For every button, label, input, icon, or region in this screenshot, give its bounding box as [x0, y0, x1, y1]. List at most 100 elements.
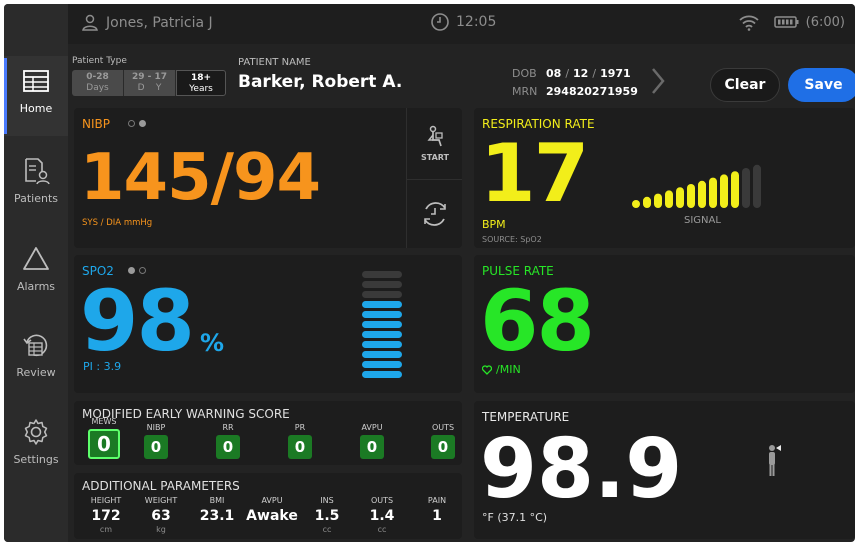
perfusion-meter	[362, 271, 402, 378]
param-weight: WEIGHT 63 kg	[131, 496, 191, 534]
param-value: 1.5	[314, 508, 340, 524]
param-unit: cc	[322, 525, 332, 534]
nibp-start-button[interactable]: START	[407, 108, 462, 180]
mews-total: MEWS 0	[84, 417, 124, 459]
signal-bar	[687, 184, 695, 208]
mrn-value[interactable]: 294820271959	[546, 85, 638, 98]
temperature-unit: °F (37.1 °C)	[482, 511, 548, 524]
param-value: 172	[91, 508, 121, 524]
mrn-label: MRN	[512, 85, 538, 98]
patient-type-option[interactable]: 29 - 17 D Y	[124, 70, 176, 96]
dob-day: 12	[573, 67, 589, 80]
param-height: HEIGHT 172 cm	[76, 496, 136, 534]
option-unit: Years	[189, 84, 213, 94]
param-value: Awake	[246, 508, 298, 524]
temperature-value: 98.9	[480, 422, 683, 517]
perfusion-bar-segment	[362, 311, 402, 318]
mews-item-label: NIBP	[146, 423, 166, 432]
dob-year: 1971	[600, 67, 631, 80]
mews-item-label: OUTS	[431, 423, 455, 432]
user-name: Jones, Patricia J	[106, 15, 213, 31]
signal-bar	[742, 168, 750, 208]
patient-name-label: PATIENT NAME	[238, 57, 311, 68]
clock: 12:05	[430, 12, 496, 32]
mews-item-value: 0	[88, 429, 120, 459]
mews-item-value: 0	[288, 435, 312, 459]
battery-icon	[773, 16, 799, 28]
mews-item: NIBP 0	[136, 423, 176, 459]
nibp-interval-button[interactable]	[407, 180, 462, 248]
param-bmi: BMI 23.1	[187, 496, 247, 525]
mews-item-label: MEWS	[91, 417, 117, 426]
mews-item-value: 0	[360, 435, 384, 459]
sidebar: Home Patients Alarms Review Settings	[4, 4, 68, 542]
signal-bar	[698, 180, 706, 208]
signal-bar	[720, 174, 728, 208]
param-value: 63	[151, 508, 171, 524]
perfusion-bar-segment	[362, 271, 402, 278]
pulse-unit: /MIN	[496, 363, 521, 376]
param-value: 1.4	[369, 508, 395, 524]
mews-item: RR 0	[208, 423, 248, 459]
battery-time: (6:00)	[805, 14, 845, 30]
param-pain: PAIN 1	[407, 496, 462, 525]
param-ins: INS 1.5 cc	[297, 496, 357, 534]
param-unit: cm	[99, 525, 113, 534]
sidebar-item-alarms[interactable]: Alarms	[4, 234, 68, 314]
perfusion-bar-segment	[362, 321, 402, 328]
option-range: 18+	[190, 73, 212, 83]
option-range: 29 - 17	[131, 72, 168, 82]
temperature-tile[interactable]: TEMPERATURE 98.9 °F (37.1 °C)	[474, 401, 855, 539]
additional-parameters-tile[interactable]: ADDITIONAL PARAMETERS HEIGHT 172 cm WEIGHT…	[74, 473, 462, 539]
pulse-value: 68	[480, 272, 595, 370]
perfusion-bar-segment	[362, 301, 402, 308]
sidebar-item-review[interactable]: Review	[4, 320, 68, 400]
sidebar-item-patients[interactable]: Patients	[4, 146, 68, 226]
perfusion-bar-segment	[362, 371, 402, 378]
heart-icon	[482, 364, 492, 375]
interval-timer-icon	[424, 202, 446, 226]
patient-type-option-selected[interactable]: 18+ Years	[176, 70, 226, 96]
patient-name[interactable]: Barker, Robert A.	[238, 72, 402, 92]
perfusion-bar-segment	[362, 281, 402, 288]
param-label: OUTS	[370, 496, 394, 505]
signal-bar	[665, 190, 673, 208]
param-value: 23.1	[199, 508, 235, 524]
patient-type-option[interactable]: 0-28 Days	[72, 70, 124, 96]
dob-label: DOB	[512, 67, 537, 80]
signal-bar	[643, 196, 651, 208]
signal-strength-meter	[632, 164, 761, 208]
start-label: START	[420, 153, 450, 162]
dot-active	[139, 120, 146, 127]
resp-source: SOURCE: SpO2	[482, 235, 542, 244]
review-history-icon	[23, 334, 48, 357]
sidebar-item-label: Review	[16, 366, 56, 379]
option-unit: Days	[86, 83, 109, 93]
signal-bar	[709, 177, 717, 208]
param-value: 1	[432, 508, 442, 524]
respiration-rate-tile[interactable]: RESPIRATION RATE 17 BPM SOURCE: SpO2 SIG…	[474, 108, 855, 248]
param-label: BMI	[209, 496, 225, 505]
clock-time: 12:05	[456, 14, 497, 30]
sidebar-item-label: Home	[19, 102, 53, 115]
param-label: PAIN	[427, 496, 447, 505]
sidebar-item-label: Patients	[13, 192, 59, 205]
spo2-tile[interactable]: SPO2 98 % PI : 3.9	[74, 255, 462, 393]
gear-icon	[24, 419, 48, 445]
perfusion-bar-segment	[362, 361, 402, 368]
param-label: HEIGHT	[90, 496, 122, 505]
chevron-right-icon[interactable]	[650, 66, 666, 96]
sidebar-item-settings[interactable]: Settings	[4, 407, 68, 487]
pulse-rate-tile[interactable]: PULSE RATE 68 /MIN	[474, 255, 855, 393]
spo2-unit: %	[200, 329, 225, 357]
signal-bar	[632, 200, 640, 208]
clear-button[interactable]: Clear	[710, 68, 780, 102]
mews-scores: MEWS 0 NIBP 0 RR 0 PR 0 AVPU 0 OUTS 0	[82, 417, 458, 463]
mews-tile[interactable]: MODIFIED EARLY WARNING SCORE MEWS 0 NIBP 0…	[74, 401, 462, 465]
current-user[interactable]: Jones, Patricia J	[80, 13, 213, 33]
save-button[interactable]: Save	[788, 68, 855, 102]
dob-value[interactable]: 08/12/1971	[546, 67, 631, 80]
nibp-tile[interactable]: NIBP 145/94 SYS / DIA mmHg START	[74, 108, 462, 248]
patient-list-icon	[25, 158, 50, 185]
sidebar-item-home[interactable]: Home	[4, 56, 68, 136]
